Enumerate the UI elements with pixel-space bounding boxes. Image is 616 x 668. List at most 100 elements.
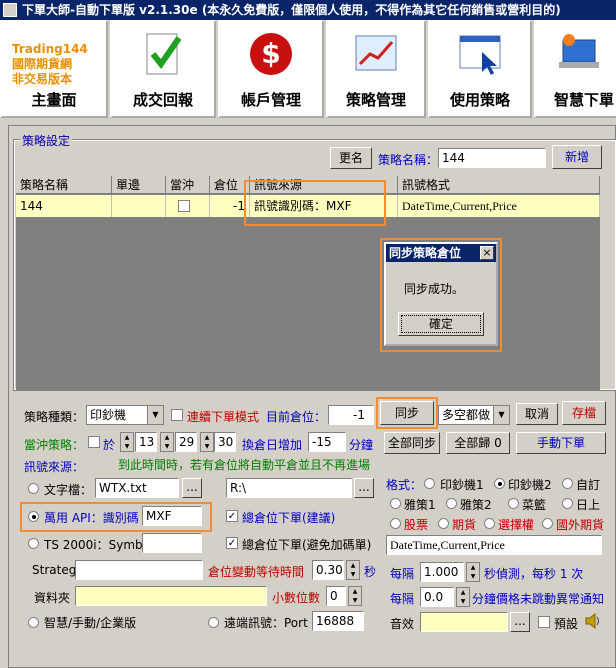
remote-label: 遠端訊號：Port [224, 616, 308, 630]
save-button[interactable]: 存檔 [562, 401, 606, 425]
text-file-input[interactable]: WTX.txt [95, 478, 179, 498]
col-header-name[interactable]: 策略名稱 [16, 176, 112, 194]
current-pos-input[interactable]: -1 [328, 405, 374, 425]
text-file-browse-button[interactable]: ... [182, 478, 202, 498]
daytrade-strategy-checkbox[interactable] [88, 436, 100, 448]
toolbar-main-button[interactable]: Trading144 國際期貨網 非交易版本 主畫面 [0, 20, 108, 118]
format-radio-4[interactable] [446, 498, 457, 509]
toolbar: Trading144 國際期貨網 非交易版本 主畫面 成交回報 $ 帳戶管理 策… [0, 20, 616, 120]
continuous-checkbox[interactable] [171, 409, 183, 421]
second-input[interactable]: 30 [214, 432, 236, 452]
format-radio-8[interactable] [438, 518, 449, 529]
wait-spinner[interactable]: ▲ ▼ [346, 560, 360, 580]
smart-radio[interactable] [28, 617, 39, 628]
folder-label: 資料夾 [34, 591, 71, 605]
toolbar-use-strategy-button[interactable]: 使用策略 [428, 20, 532, 118]
col-header-daytrade[interactable]: 當沖 [166, 176, 210, 194]
every2-spinner[interactable]: ▲ ▼ [456, 587, 470, 607]
every1-spinner[interactable]: ▲ ▼ [466, 562, 480, 582]
text-file-radio[interactable] [28, 483, 39, 494]
every1-suffix: 秒偵測，每秒 1 次 [484, 567, 584, 581]
port-input[interactable]: 16888 [312, 611, 364, 631]
direction-value: 多空都做 [442, 408, 491, 422]
dialog-message: 同步成功。 [404, 282, 465, 296]
folder-input[interactable] [75, 586, 267, 606]
reset-all-button[interactable]: 全部歸 0 [446, 432, 510, 454]
format-radio-2[interactable] [562, 478, 573, 489]
format-radio-1[interactable] [494, 478, 505, 489]
format-input[interactable]: DateTime,Current,Price [386, 535, 602, 555]
strategy-input[interactable] [75, 560, 203, 580]
dialog-ok-button[interactable]: 確定 [398, 312, 484, 336]
every2-input[interactable]: 0.0 [420, 587, 454, 607]
path-input[interactable]: R:\ [226, 478, 352, 498]
cell-format: DateTime,Current,Price [398, 195, 600, 217]
type-value: 印鈔機 [90, 408, 127, 422]
strategy-name-input[interactable]: 144 [438, 148, 546, 168]
sync-button[interactable]: 同步 [380, 401, 434, 425]
toolbar-smart-order-button[interactable]: 智慧下單 [534, 20, 616, 118]
watermark-line3: 非交易版本 [12, 72, 73, 86]
smart-label: 智慧/手動/企業版 [44, 616, 137, 630]
format-radio-7[interactable] [390, 518, 401, 529]
toolbar-fill-report-button[interactable]: 成交回報 [110, 20, 216, 118]
format-radio-0[interactable] [424, 478, 435, 489]
format-option-7: 股票 [404, 518, 429, 532]
format-radio-9[interactable] [484, 518, 495, 529]
total-pos2-checkbox[interactable]: ✓ [226, 537, 238, 549]
second-spinner[interactable]: ▲ ▼ [200, 432, 214, 452]
shift-input[interactable]: -15 [308, 432, 346, 452]
wait-input[interactable]: 0.30 [312, 560, 344, 580]
source-label: 訊號來源： [24, 460, 85, 474]
total-pos1-checkbox[interactable]: ✓ [226, 510, 238, 522]
toolbar-main-label: 主畫面 [31, 91, 77, 109]
cell-single [112, 195, 166, 217]
format-radio-6[interactable] [562, 498, 573, 509]
api-radio[interactable] [28, 511, 39, 522]
format-radio-3[interactable] [390, 498, 401, 509]
add-strategy-button[interactable]: 新增 [552, 145, 602, 169]
toolbar-account-button[interactable]: $ 帳戶管理 [218, 20, 324, 118]
type-select[interactable]: 印鈔機 ▼ [86, 405, 164, 425]
remote-radio[interactable] [208, 617, 219, 628]
api-input[interactable]: MXF [142, 506, 202, 526]
col-header-single[interactable]: 單邊 [112, 176, 166, 194]
format-option-9: 選擇權 [498, 518, 535, 532]
every1-input[interactable]: 1.000 [420, 562, 464, 582]
daytrade-checkbox[interactable] [178, 200, 190, 212]
ts-radio[interactable] [28, 538, 39, 549]
dialog-close-button[interactable]: × [480, 246, 494, 260]
group-title: 策略設定 [20, 132, 73, 149]
minute-input[interactable]: 29 [175, 432, 197, 452]
decimal-input[interactable]: 0 [326, 586, 346, 606]
sound-input[interactable] [420, 612, 508, 632]
window-title: 下單大師-自動下單版 v2.1.30e (本永久免費版，僅限個人使用，不得作為其… [0, 0, 616, 20]
path-browse-button[interactable]: ... [354, 478, 374, 498]
preset-checkbox[interactable] [538, 616, 550, 628]
hour-input[interactable]: 13 [135, 432, 157, 452]
rename-button[interactable]: 更名 [330, 147, 372, 169]
toolbar-strategy-label: 策略管理 [345, 91, 406, 109]
cancel-button[interactable]: 取消 [516, 403, 558, 425]
format-option-6: 日上 [576, 498, 601, 512]
format-option-10: 國外期貨 [556, 518, 605, 532]
format-radio-5[interactable] [508, 498, 519, 509]
minute-unit: 分鐘 [349, 438, 374, 452]
sync-all-button[interactable]: 全部同步 [384, 432, 440, 454]
ts-input[interactable] [142, 533, 202, 553]
hour-spinner[interactable]: ▲ ▼ [120, 432, 134, 452]
sound-browse-button[interactable]: ... [510, 612, 530, 632]
format-radio-10[interactable] [542, 518, 553, 529]
total-pos1-label: 總倉位下單(建議) [242, 511, 336, 525]
toolbar-strategy-button[interactable]: 策略管理 [326, 20, 426, 118]
manual-order-button[interactable]: 手動下單 [516, 432, 606, 454]
format-option-1: 印鈔機2 [508, 478, 552, 492]
col-header-format[interactable]: 訊號格式 [398, 176, 600, 194]
every2-label: 每隔 [390, 592, 415, 606]
minute-spinner[interactable]: ▲ ▼ [160, 432, 174, 452]
cell-name: 144 [16, 195, 112, 217]
speaker-icon[interactable] [584, 612, 602, 630]
direction-select[interactable]: 多空都做 ▼ [438, 405, 510, 425]
format-label: 格式： [386, 478, 423, 492]
decimal-spinner[interactable]: ▲ ▼ [348, 586, 362, 606]
